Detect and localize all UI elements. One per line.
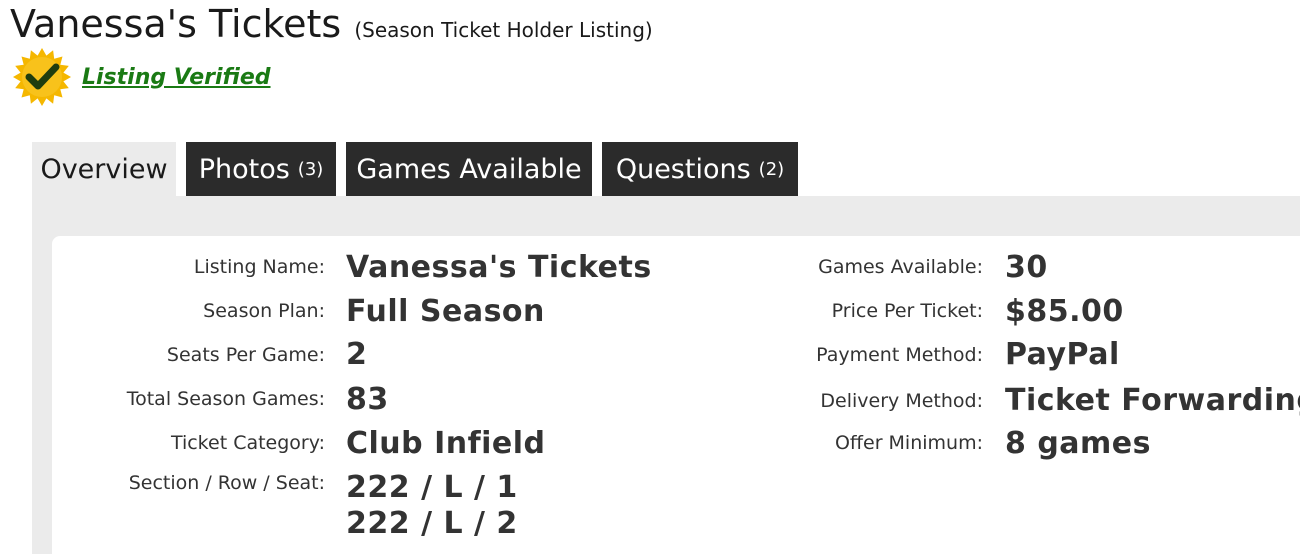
offer-minimum-label: Offer Minimum: bbox=[834, 432, 983, 454]
tab-overview[interactable]: Overview bbox=[32, 142, 176, 196]
price-per-ticket-value: $85.00 bbox=[1005, 294, 1124, 329]
price-per-ticket-label: Price Per Ticket: bbox=[831, 300, 983, 322]
section-row-seat-value-2: 222 / L / 2 bbox=[346, 506, 518, 541]
tab-questions[interactable]: Questions (2) bbox=[602, 142, 798, 196]
games-available-value: 30 bbox=[1005, 250, 1048, 285]
seats-per-game-label: Seats Per Game: bbox=[166, 344, 325, 366]
seats-per-game-value: 2 bbox=[346, 337, 368, 372]
total-season-games-label: Total Season Games: bbox=[126, 388, 325, 410]
tab-label: Photos bbox=[198, 153, 290, 185]
total-season-games-value: 83 bbox=[346, 382, 389, 417]
verified-status: Listing Verified bbox=[12, 47, 271, 107]
section-row-seat-value-1: 222 / L / 1 bbox=[346, 470, 518, 505]
delivery-method-label: Delivery Method: bbox=[820, 390, 983, 412]
page-title: Vanessa's Tickets bbox=[10, 2, 342, 46]
ticket-category-label: Ticket Category: bbox=[170, 432, 325, 454]
games-available-label: Games Available: bbox=[818, 256, 983, 278]
listing-name-value: Vanessa's Tickets bbox=[346, 250, 652, 285]
offer-minimum-value: 8 games bbox=[1005, 426, 1151, 461]
season-plan-label: Season Plan: bbox=[203, 300, 325, 322]
ticket-category-value: Club Infield bbox=[346, 426, 546, 461]
payment-method-label: Payment Method: bbox=[816, 344, 983, 366]
tab-label: Games Available bbox=[356, 153, 582, 185]
delivery-method-value: Ticket Forwarding bbox=[1005, 383, 1300, 418]
section-row-seat-label: Section / Row / Seat: bbox=[128, 472, 325, 494]
listing-verified-link[interactable]: Listing Verified bbox=[82, 65, 271, 90]
verified-badge-icon bbox=[12, 47, 72, 107]
tab-count: (2) bbox=[758, 158, 785, 180]
season-plan-value: Full Season bbox=[346, 294, 545, 329]
payment-method-value: PayPal bbox=[1005, 337, 1120, 372]
page-subtitle: (Season Ticket Holder Listing) bbox=[354, 18, 653, 42]
listing-name-label: Listing Name: bbox=[193, 256, 325, 278]
tab-photos[interactable]: Photos (3) bbox=[186, 142, 336, 196]
tab-label: Questions bbox=[615, 153, 751, 185]
tab-games-available[interactable]: Games Available bbox=[346, 142, 592, 196]
tab-count: (3) bbox=[297, 158, 324, 180]
page-header: Vanessa's Tickets (Season Ticket Holder … bbox=[10, 2, 653, 46]
tab-label: Overview bbox=[40, 153, 168, 185]
